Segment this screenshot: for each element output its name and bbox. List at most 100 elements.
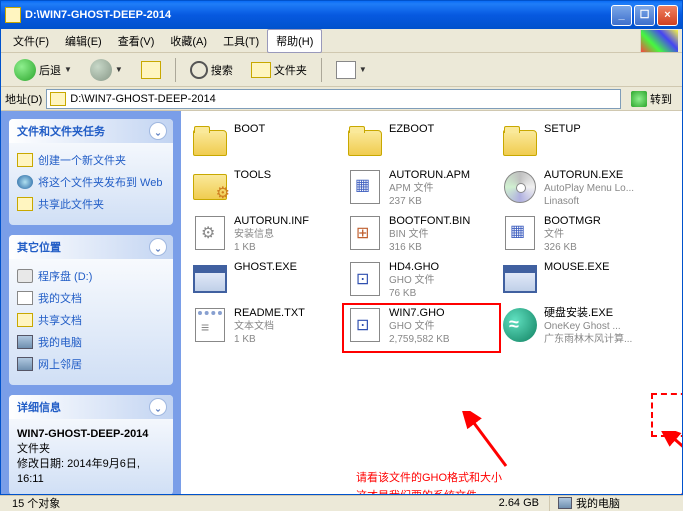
sidebar: 文件和文件夹任务 创建一个新文件夹将这个文件夹发布到 Web 共享此文件夹 其它位… — [1, 111, 181, 494]
exe-icon — [193, 265, 227, 293]
folder-icon — [17, 313, 33, 327]
sidebar-link[interactable]: 共享文档 — [17, 309, 165, 331]
folders-button[interactable]: 文件夹 — [244, 58, 314, 82]
file-item[interactable]: AUTORUN.APMAPM 文件237 KB — [344, 167, 499, 213]
details-type: 文件夹 — [17, 442, 165, 457]
file-item[interactable]: WIN7.GHOGHO 文件2,759,582 KB — [344, 305, 499, 351]
file-item[interactable]: README.TXT文本文档1 KB — [189, 305, 344, 351]
sidebar-link[interactable]: 程序盘 (D:) — [17, 265, 165, 287]
up-folder-icon — [141, 61, 161, 79]
up-button[interactable] — [134, 57, 168, 83]
app-icon — [505, 216, 535, 250]
file-item[interactable]: AUTORUN.INF安装信息1 KB — [189, 213, 344, 259]
sidebar-link[interactable]: 网上邻居 — [17, 353, 165, 375]
file-list[interactable]: BOOTEZBOOT SETUP TOOLS AUTORUN.APMAPM 文件237… — [181, 111, 682, 494]
address-bar: 地址(D) D:\WIN7-GHOST-DEEP-2014 转到 — [1, 87, 682, 111]
folder-icon — [251, 62, 271, 78]
file-item[interactable]: AUTORUN.EXEAutoPlay Menu Lo...Linasoft — [499, 167, 654, 213]
file-item[interactable]: BOOTMGR文件326 KB — [499, 213, 654, 259]
tasks-panel: 文件和文件夹任务 创建一个新文件夹将这个文件夹发布到 Web 共享此文件夹 — [9, 119, 173, 225]
close-button[interactable]: × — [657, 5, 678, 26]
statusbar: 15 个对象 2.64 GB 我的电脑 — [0, 495, 683, 510]
go-button[interactable]: 转到 — [625, 89, 678, 109]
file-label: MOUSE.EXE — [544, 261, 609, 274]
menu-edit[interactable]: 编辑(E) — [57, 30, 110, 52]
address-input[interactable]: D:\WIN7-GHOST-DEEP-2014 — [46, 89, 621, 109]
sidebar-link-label: 创建一个新文件夹 — [38, 152, 126, 168]
forward-icon — [90, 59, 112, 81]
details-name: WIN7-GHOST-DEEP-2014 — [17, 427, 165, 442]
views-button[interactable]: ▼ — [329, 57, 374, 83]
annotation-box-installer — [651, 393, 682, 437]
folders-label: 文件夹 — [274, 62, 307, 78]
folder-icon — [503, 130, 537, 156]
file-label: AUTORUN.INF安装信息1 KB — [234, 215, 309, 254]
search-icon — [190, 61, 208, 79]
sidebar-link[interactable]: 共享此文件夹 — [17, 193, 165, 215]
address-path: D:\WIN7-GHOST-DEEP-2014 — [70, 93, 215, 105]
sidebar-link-label: 共享此文件夹 — [38, 196, 104, 212]
file-item[interactable]: BOOT — [189, 121, 344, 167]
folder-icon — [193, 130, 227, 156]
file-item[interactable]: SETUP — [499, 121, 654, 167]
details-modified: 修改日期: 2014年9月6日, 16:11 — [17, 457, 165, 487]
doc-icon — [17, 291, 33, 305]
file-label: TOOLS — [234, 169, 271, 182]
maximize-button[interactable]: ☐ — [634, 5, 655, 26]
tasks-header[interactable]: 文件和文件夹任务 — [9, 119, 173, 143]
titlebar[interactable]: D:\WIN7-GHOST-DEEP-2014 _ ☐ × — [1, 1, 682, 29]
bin-icon — [350, 216, 380, 250]
chevron-down-icon: ▼ — [359, 65, 367, 74]
menu-help[interactable]: 帮助(H) — [267, 29, 322, 53]
gho-icon — [350, 262, 380, 296]
minimize-button[interactable]: _ — [611, 5, 632, 26]
onekey-icon — [503, 308, 537, 342]
tools-icon — [193, 174, 227, 200]
sidebar-link-label: 我的电脑 — [38, 334, 82, 350]
arrow-icon — [661, 431, 682, 476]
file-label: BOOTMGR文件326 KB — [544, 215, 601, 254]
explorer-window: D:\WIN7-GHOST-DEEP-2014 _ ☐ × 文件(F) 编辑(E… — [0, 0, 683, 495]
menu-file[interactable]: 文件(F) — [5, 30, 57, 52]
file-item[interactable]: BOOTFONT.BINBIN 文件316 KB — [344, 213, 499, 259]
details-header[interactable]: 详细信息 — [9, 395, 173, 419]
file-item[interactable]: TOOLS — [189, 167, 344, 213]
places-panel: 其它位置 程序盘 (D:)我的文档共享文档我的电脑网上邻居 — [9, 235, 173, 385]
file-label: BOOTFONT.BINBIN 文件316 KB — [389, 215, 470, 254]
file-item[interactable]: GHOST.EXE — [189, 259, 344, 305]
separator — [321, 58, 322, 82]
cd-icon — [504, 171, 536, 203]
toolbar: 后退 ▼ ▼ 搜索 文件夹 ▼ — [1, 53, 682, 87]
file-label: SETUP — [544, 123, 581, 136]
sidebar-link[interactable]: 我的电脑 — [17, 331, 165, 353]
pc-icon — [17, 335, 33, 349]
folder-icon — [50, 92, 66, 106]
annotation-text-gho: 请看该文件的GHO格式和大小 这才是我们要的系统文件 — [356, 469, 502, 494]
file-item[interactable]: HD4.GHOGHO 文件76 KB — [344, 259, 499, 305]
file-item[interactable]: 硬盘安装.EXEOneKey Ghost ...广东雨林木风计算... — [499, 305, 654, 351]
file-item[interactable]: MOUSE.EXE — [499, 259, 654, 305]
back-button[interactable]: 后退 ▼ — [7, 55, 79, 85]
sidebar-link[interactable]: 创建一个新文件夹 — [17, 149, 165, 171]
status-location: 我的电脑 — [549, 495, 679, 511]
status-count: 15 个对象 — [4, 495, 68, 511]
arrow-icon — [461, 411, 521, 471]
menu-tools[interactable]: 工具(T) — [215, 30, 267, 52]
forward-button[interactable]: ▼ — [83, 55, 130, 85]
file-label: GHOST.EXE — [234, 261, 297, 274]
details-panel: 详细信息 WIN7-GHOST-DEEP-2014 文件夹 修改日期: 2014… — [9, 395, 173, 494]
folder-icon — [5, 7, 21, 23]
chevron-down-icon: ▼ — [115, 65, 123, 74]
gho-icon — [350, 308, 380, 342]
file-item[interactable]: EZBOOT — [344, 121, 499, 167]
sidebar-link[interactable]: 我的文档 — [17, 287, 165, 309]
menu-view[interactable]: 查看(V) — [110, 30, 163, 52]
menu-favorites[interactable]: 收藏(A) — [162, 30, 215, 52]
places-header[interactable]: 其它位置 — [9, 235, 173, 259]
windows-logo-icon — [640, 30, 678, 52]
sidebar-link[interactable]: 将这个文件夹发布到 Web — [17, 171, 165, 193]
search-button[interactable]: 搜索 — [183, 57, 240, 83]
file-label: AUTORUN.EXEAutoPlay Menu Lo...Linasoft — [544, 169, 634, 208]
main-area: 文件和文件夹任务 创建一个新文件夹将这个文件夹发布到 Web 共享此文件夹 其它位… — [1, 111, 682, 494]
window-title: D:\WIN7-GHOST-DEEP-2014 — [25, 9, 171, 21]
